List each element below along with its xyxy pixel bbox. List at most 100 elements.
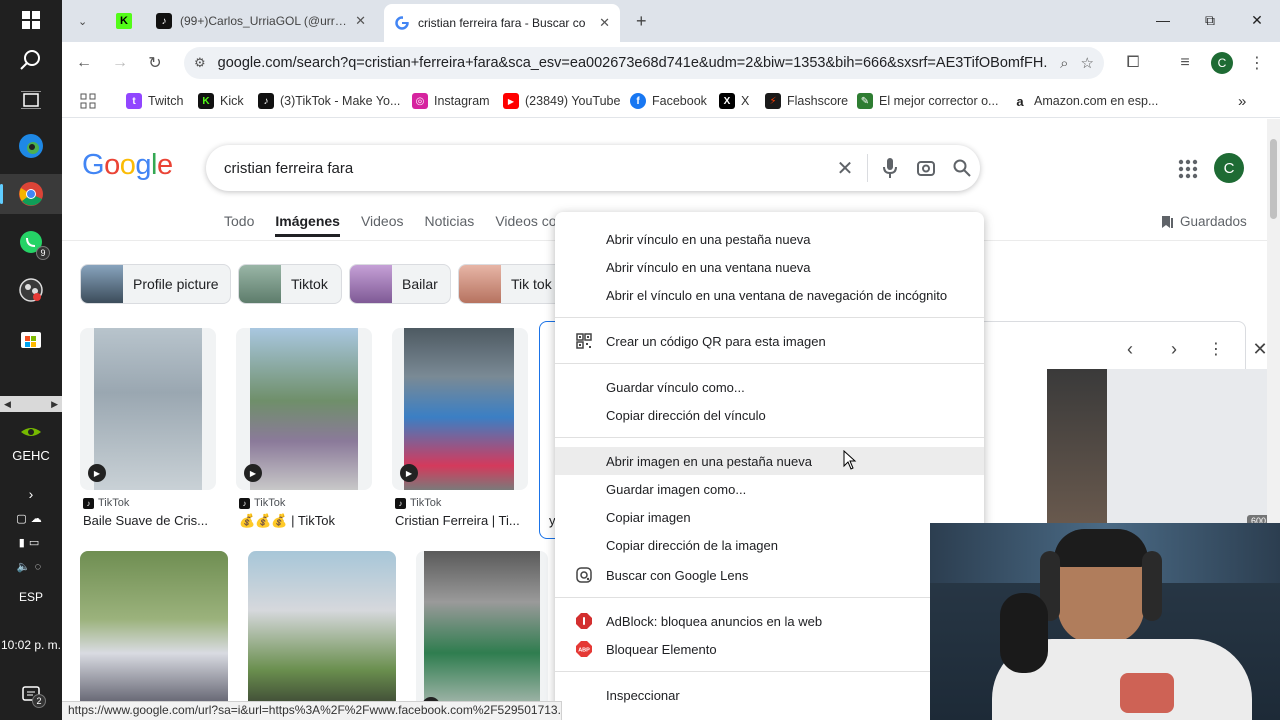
language-indicator[interactable]: ESP — [0, 590, 62, 604]
chip-tik-tok[interactable]: Tik tok — [458, 264, 568, 304]
start-button[interactable] — [0, 0, 62, 40]
bookmark-twitch[interactable]: t Twitch — [126, 91, 183, 111]
result-image-5[interactable] — [80, 551, 228, 720]
search-input[interactable]: cristian ferreira fara — [224, 160, 827, 177]
scrollbar-thumb[interactable] — [1270, 139, 1277, 219]
search-icon[interactable] — [944, 150, 980, 186]
menu-open-link-new-tab[interactable]: Abrir vínculo en una pestaña nueva — [555, 225, 984, 253]
menu-open-link-incognito[interactable]: Abrir el vínculo en una ventana de naveg… — [555, 281, 984, 309]
tab-list-button[interactable]: ⌄ — [68, 6, 102, 36]
scroll-left-icon[interactable]: ◀ — [4, 399, 11, 410]
result-image-1[interactable]: ▶ — [80, 328, 216, 490]
bookmark-corrector[interactable]: ✎ El mejor corrector o... — [857, 91, 998, 111]
bookmark-instagram[interactable]: ◎ Instagram — [412, 91, 490, 111]
address-bar[interactable]: ⚙ google.com/search?q=cristian+ferreira+… — [184, 47, 1104, 79]
apps-shortcut[interactable] — [80, 91, 96, 111]
menu-copy-image-address[interactable]: Copiar dirección de la imagen — [555, 531, 984, 559]
preview-more-button[interactable]: ⋮ — [1203, 336, 1229, 362]
media-button[interactable]: ≡ — [1172, 50, 1198, 76]
scroll-right-icon[interactable]: ▶ — [51, 399, 58, 410]
menu-save-link-as[interactable]: Guardar vínculo como... — [555, 373, 984, 401]
menu-open-link-new-window[interactable]: Abrir vínculo en una ventana nueva — [555, 253, 984, 281]
chip-profile-picture[interactable]: Profile picture — [80, 264, 231, 304]
result-image-2[interactable]: ▶ — [236, 328, 372, 490]
store-app-button[interactable] — [0, 318, 62, 358]
menu-adblock[interactable]: AdBlock: bloquea anuncios en la web — [555, 607, 984, 635]
notifications-button[interactable]: 2 — [0, 674, 62, 714]
result-source[interactable]: ♪ TikTok — [239, 497, 285, 509]
tray-icons-row-2[interactable]: ▮▭ — [0, 536, 62, 549]
menu-open-image-new-tab[interactable]: Abrir imagen en una pestaña nueva — [555, 447, 984, 475]
google-apps-icon[interactable] — [1176, 157, 1200, 181]
tab-videos[interactable]: Videos — [361, 213, 404, 237]
task-view-button[interactable] — [0, 80, 62, 120]
saved-link[interactable]: Guardados — [1160, 214, 1247, 229]
tray-icons-row-1[interactable]: ▢☁ — [0, 512, 62, 525]
bookmark-youtube[interactable]: ▶ (23849) YouTube — [503, 91, 620, 111]
tab-imagenes[interactable]: Imágenes — [275, 213, 340, 237]
menu-copy-image[interactable]: Copiar imagen — [555, 503, 984, 531]
close-window-button[interactable]: ✕ — [1234, 0, 1280, 40]
menu-button[interactable]: ⋮ — [1244, 50, 1270, 76]
result-image-6[interactable] — [248, 551, 396, 720]
google-logo[interactable]: Google — [82, 149, 173, 182]
clock[interactable]: 10:02 p. m. — [0, 638, 62, 652]
reload-button[interactable]: ↻ — [142, 50, 168, 76]
extensions-button[interactable]: ⧠ — [1120, 50, 1146, 76]
menu-inspect[interactable]: Inspeccionar — [555, 681, 984, 709]
tab-noticias[interactable]: Noticias — [425, 213, 475, 237]
result-image-3[interactable]: ▶ — [392, 328, 528, 490]
microphone-icon[interactable] — [872, 150, 908, 186]
close-tab-icon[interactable]: ✕ — [599, 15, 610, 31]
bookmark-facebook[interactable]: f Facebook — [630, 91, 707, 111]
camera-lens-icon[interactable] — [908, 150, 944, 186]
edge-app-button[interactable] — [0, 126, 62, 166]
obs-app-button[interactable] — [0, 270, 62, 310]
tab-google-search[interactable]: cristian ferreira fara - Buscar co ✕ — [384, 4, 620, 42]
back-button[interactable]: ← — [71, 50, 97, 76]
new-tab-button[interactable]: + — [626, 6, 650, 36]
chip-bailar[interactable]: Bailar — [349, 264, 451, 304]
chip-tiktok[interactable]: Tiktok — [238, 264, 342, 304]
taskbar-scroller[interactable]: ◀ ▶ — [0, 396, 62, 412]
close-tab-icon[interactable]: ✕ — [355, 13, 366, 29]
result-image-7[interactable]: ▶ — [416, 551, 548, 720]
menu-create-qr[interactable]: Crear un código QR para esta imagen — [555, 327, 984, 355]
chrome-app-button[interactable] — [0, 174, 62, 214]
next-image-button[interactable]: › — [1161, 336, 1187, 362]
chevron-right-icon[interactable]: › — [0, 486, 62, 502]
bookmark-kick[interactable]: K Kick — [198, 91, 244, 111]
result-source[interactable]: ♪ TikTok — [395, 497, 441, 509]
nvidia-tray[interactable] — [0, 420, 62, 444]
result-title[interactable]: Cristian Ferreira | Ti... — [395, 513, 529, 528]
menu-copy-link-address[interactable]: Copiar dirección del vínculo — [555, 401, 984, 429]
preview-image[interactable] — [1047, 369, 1107, 529]
site-info-icon[interactable]: ⚙ — [194, 55, 206, 71]
minimize-button[interactable]: — — [1140, 0, 1186, 40]
menu-block-element[interactable]: ABP Bloquear Elemento — [555, 635, 984, 663]
bookmarks-overflow-button[interactable]: » — [1238, 91, 1246, 111]
close-preview-button[interactable]: ✕ — [1247, 336, 1267, 362]
whatsapp-app-button[interactable]: 9 — [0, 222, 62, 262]
search-box[interactable]: cristian ferreira fara ✕ — [206, 145, 980, 191]
forward-button[interactable]: → — [107, 50, 133, 76]
tray-icons-row-3[interactable]: 🔈◌ — [0, 560, 62, 573]
search-icon[interactable]: ⌕ — [1060, 55, 1068, 72]
previous-image-button[interactable]: ‹ — [1117, 336, 1143, 362]
result-title[interactable]: Baile Suave de Cris... — [83, 513, 217, 528]
clear-icon[interactable]: ✕ — [827, 150, 863, 186]
restore-button[interactable]: ⧉ — [1187, 0, 1233, 40]
taskbar-search-button[interactable] — [0, 40, 62, 80]
result-source[interactable]: ♪ TikTok — [83, 497, 129, 509]
tab-todo[interactable]: Todo — [224, 213, 254, 237]
menu-search-google-lens[interactable]: Buscar con Google Lens — [555, 561, 984, 589]
bookmark-flashscore[interactable]: ⚡ Flashscore — [765, 91, 848, 111]
result-title[interactable]: 💰💰💰 | TikTok — [239, 513, 373, 529]
account-avatar[interactable]: C — [1214, 153, 1244, 183]
bookmark-x[interactable]: XX — [719, 91, 749, 111]
bookmark-tiktok[interactable]: ♪ (3)TikTok - Make Yo... — [258, 91, 400, 111]
bookmark-star-icon[interactable]: ☆ — [1081, 54, 1094, 72]
tab-tiktok[interactable]: ♪ (99+)Carlos_UrriaGOL (@urriag ✕ — [146, 6, 376, 36]
profile-button[interactable]: C — [1209, 50, 1235, 76]
tab-kick[interactable]: K — [106, 6, 142, 36]
